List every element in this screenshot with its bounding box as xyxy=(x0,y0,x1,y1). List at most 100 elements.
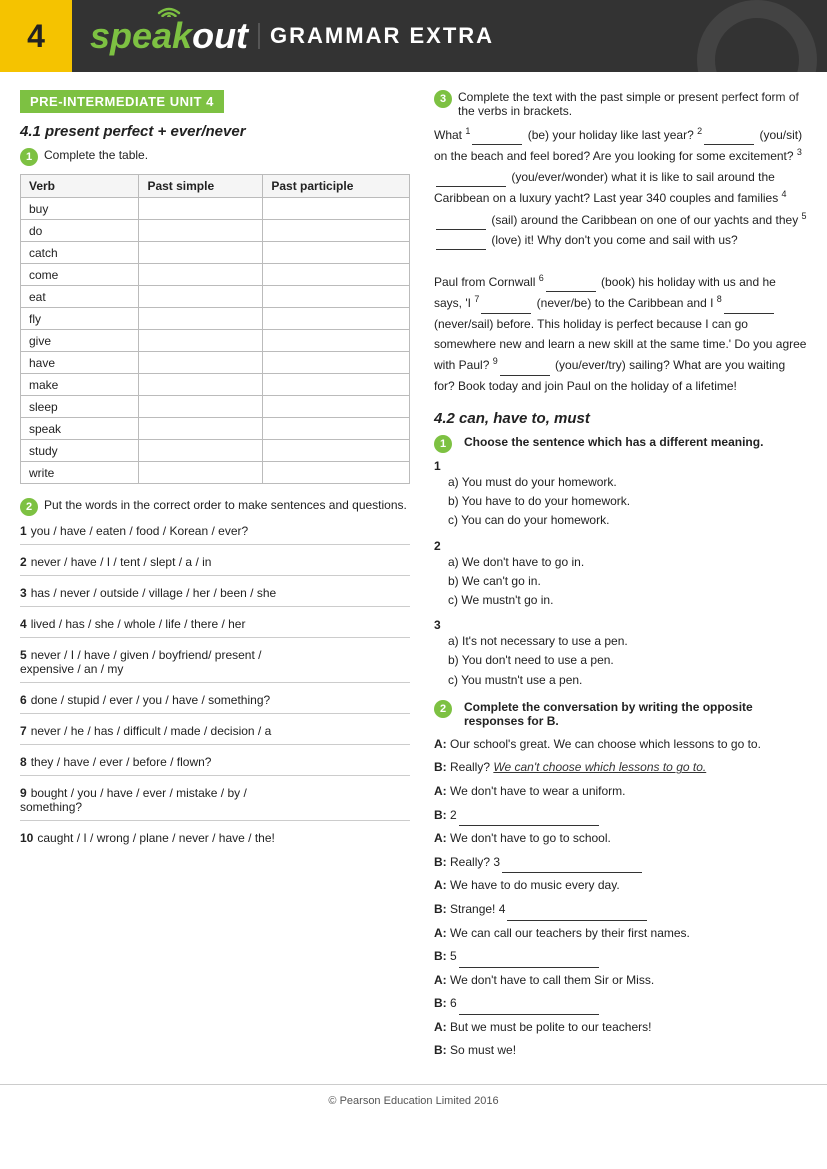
conv-blank-input[interactable] xyxy=(459,1014,599,1015)
conv-line: A: We can call our teachers by their fir… xyxy=(434,923,807,945)
form-cell[interactable] xyxy=(139,308,263,330)
conv-line: B: Strange! 4 xyxy=(434,899,807,921)
form-cell[interactable] xyxy=(139,286,263,308)
header-title: GRAMMAR EXTRA xyxy=(258,23,494,49)
form-cell[interactable] xyxy=(139,198,263,220)
form-cell[interactable] xyxy=(139,220,263,242)
logo-speak: speak xyxy=(90,15,192,56)
form-cell[interactable] xyxy=(139,352,263,374)
verb-cell: write xyxy=(21,462,139,484)
form-cell[interactable] xyxy=(263,264,410,286)
unit-badge: PRE-INTERMEDIATE UNIT 4 xyxy=(20,90,224,113)
conv-blank-input[interactable] xyxy=(459,967,599,968)
conv-line: A: We don't have to call them Sir or Mis… xyxy=(434,970,807,992)
choice-item: c) You can do your homework. xyxy=(448,511,807,530)
list-item: 8they / have / ever / before / flown? xyxy=(20,755,410,776)
exercise3-instruction: 3 Complete the text with the past simple… xyxy=(434,90,807,118)
item-text: never / I / have / given / boyfriend/ pr… xyxy=(20,648,261,676)
speaker-label: A: xyxy=(434,878,447,892)
ex42-1-number: 1 xyxy=(434,435,452,453)
form-cell[interactable] xyxy=(263,330,410,352)
item-text: bought / you / have / ever / mistake / b… xyxy=(20,786,247,814)
page-footer: © Pearson Education Limited 2016 xyxy=(0,1084,827,1115)
ex42-2-number: 2 xyxy=(434,700,452,718)
conv-line: B: Really? We can't choose which lessons… xyxy=(434,757,807,779)
form-cell[interactable] xyxy=(139,396,263,418)
conv-text: We don't have to go to school. xyxy=(450,831,611,845)
item-number: 2 xyxy=(20,555,27,569)
speaker-label: A: xyxy=(434,784,447,798)
ex42-2-text: Complete the conversation by writing the… xyxy=(464,700,807,728)
ex1-number: 1 xyxy=(20,148,38,166)
verb-cell: eat xyxy=(21,286,139,308)
form-cell[interactable] xyxy=(263,462,410,484)
form-cell[interactable] xyxy=(263,308,410,330)
exercise2-instruction: 2 Put the words in the correct order to … xyxy=(20,498,410,516)
exercise1-instruction: 1 Complete the table. xyxy=(20,148,410,166)
choice-item: a) You must do your homework. xyxy=(448,473,807,492)
conv-blank-input[interactable] xyxy=(459,825,599,826)
conv-line: B: Really? 3 xyxy=(434,852,807,874)
choice-group: 3a) It's not necessary to use a pen.b) Y… xyxy=(434,618,807,690)
verb-cell: have xyxy=(21,352,139,374)
conv-line: A: We don't have to wear a uniform. xyxy=(434,781,807,803)
section-42: 4.2 can, have to, must 1 Choose the sent… xyxy=(434,410,807,1062)
form-cell[interactable] xyxy=(139,418,263,440)
choice-item: b) We can't go in. xyxy=(448,572,807,591)
conv-line: A: But we must be polite to our teachers… xyxy=(434,1017,807,1039)
form-cell[interactable] xyxy=(263,242,410,264)
form-cell[interactable] xyxy=(139,374,263,396)
speaker-label: B: xyxy=(434,949,447,963)
item-number: 4 xyxy=(20,617,27,631)
form-cell[interactable] xyxy=(139,330,263,352)
form-cell[interactable] xyxy=(263,440,410,462)
speaker-label: A: xyxy=(434,831,447,845)
item-text: lived / has / she / whole / life / there… xyxy=(31,617,246,631)
col-past-simple: Past simple xyxy=(139,175,263,198)
verb-cell: speak xyxy=(21,418,139,440)
verb-cell: come xyxy=(21,264,139,286)
verb-cell: catch xyxy=(21,242,139,264)
form-cell[interactable] xyxy=(139,242,263,264)
item-number: 10 xyxy=(20,831,33,845)
conv-text: We can call our teachers by their first … xyxy=(450,926,690,940)
form-cell[interactable] xyxy=(263,396,410,418)
form-cell[interactable] xyxy=(139,462,263,484)
footer-text: © Pearson Education Limited 2016 xyxy=(328,1095,498,1107)
speaker-label: A: xyxy=(434,1020,447,1034)
blank-label: 6 xyxy=(450,996,457,1010)
choice-group: 1a) You must do your homework.b) You hav… xyxy=(434,459,807,531)
item-number: 1 xyxy=(20,524,27,538)
ex2-instruction-text: Put the words in the correct order to ma… xyxy=(44,498,407,512)
conv-text: We have to do music every day. xyxy=(450,878,620,892)
form-cell[interactable] xyxy=(263,374,410,396)
blank-label: Strange! 4 xyxy=(450,902,505,916)
item-number: 8 xyxy=(20,755,27,769)
form-cell[interactable] xyxy=(263,418,410,440)
conv-blank-input[interactable] xyxy=(502,872,642,873)
logo: speakout GRAMMAR EXTRA xyxy=(72,15,512,57)
form-cell[interactable] xyxy=(263,352,410,374)
list-item: 5never / I / have / given / boyfriend/ p… xyxy=(20,648,410,683)
item-number: 9 xyxy=(20,786,27,800)
speaker-label: A: xyxy=(434,973,447,987)
form-cell[interactable] xyxy=(263,220,410,242)
verb-cell: buy xyxy=(21,198,139,220)
form-cell[interactable] xyxy=(139,264,263,286)
form-cell[interactable] xyxy=(139,440,263,462)
conv-blank-input[interactable] xyxy=(507,920,647,921)
choice-item: c) We mustn't go in. xyxy=(448,591,807,610)
list-item: 10caught / I / wrong / plane / never / h… xyxy=(20,831,410,851)
ex42-1-instruction: 1 Choose the sentence which has a differ… xyxy=(434,435,807,453)
item-text: done / stupid / ever / you / have / some… xyxy=(31,693,270,707)
conv-line: B: 2 xyxy=(434,805,807,827)
blank-label: 5 xyxy=(450,949,457,963)
form-cell[interactable] xyxy=(263,198,410,220)
logo-out: out xyxy=(192,15,248,56)
form-cell[interactable] xyxy=(263,286,410,308)
conv-line: A: We don't have to go to school. xyxy=(434,828,807,850)
conv-line: B: 6 xyxy=(434,993,807,1015)
ex3-instruction-text: Complete the text with the past simple o… xyxy=(458,90,807,118)
conv-line: A: Our school's great. We can choose whi… xyxy=(434,734,807,756)
verb-cell: sleep xyxy=(21,396,139,418)
